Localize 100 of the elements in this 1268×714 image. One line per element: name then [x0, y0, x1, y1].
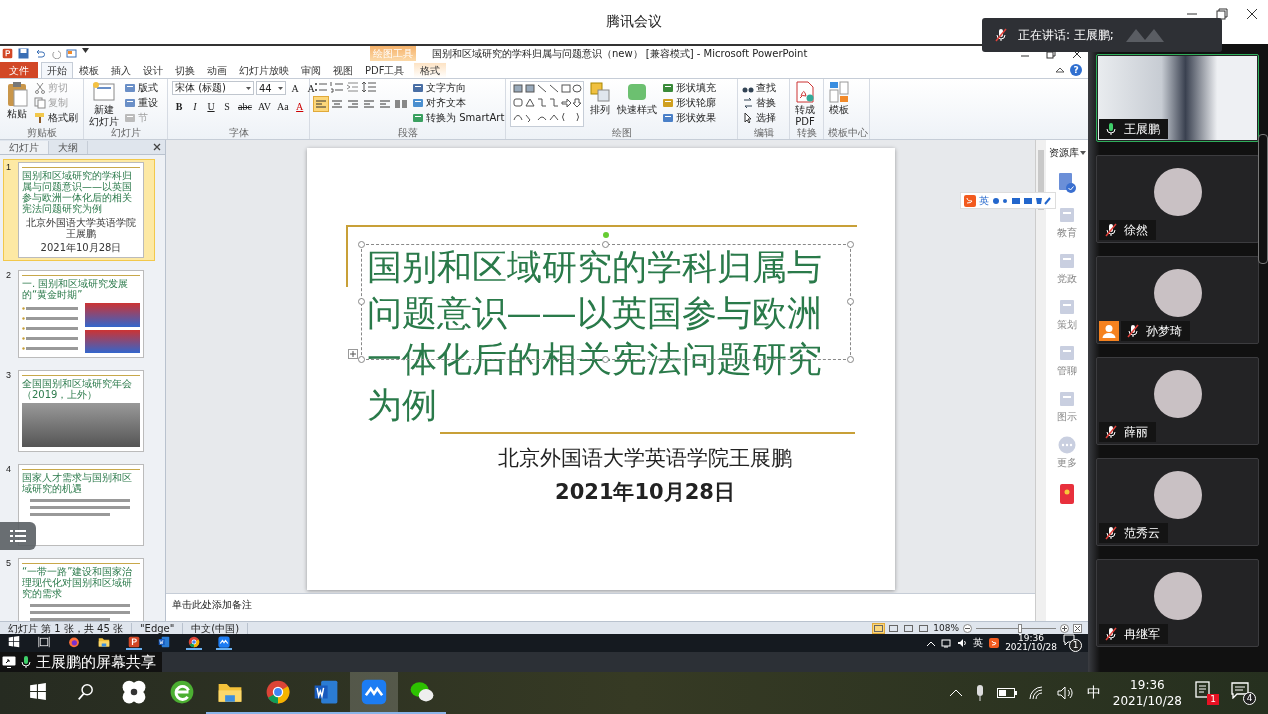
meeting-app-icon[interactable] [361, 679, 387, 705]
template-button[interactable]: 模板 [828, 81, 850, 115]
collapse-ribbon-icon[interactable] [1056, 67, 1064, 73]
ribbon-tab[interactable]: 切换 [169, 62, 201, 78]
slide-thumbnail[interactable]: 1 国别和区域研究的学科归属与问题意识——以英国参与欧洲一体化后的相关宪法问题研究为例 北京外国语大学英语学院王展鹏 2021年10月28日 [3, 159, 155, 261]
ribbon-tab[interactable]: 开始 [41, 62, 73, 78]
library-item[interactable]: 策划 [1057, 298, 1077, 332]
format-button[interactable]: A [292, 99, 307, 113]
ribbon-tab[interactable]: PDF工具 [359, 62, 411, 78]
library-title[interactable]: 资源库 [1048, 146, 1079, 160]
ribbon-tab[interactable]: 设计 [137, 62, 169, 78]
zoom-slider-thumb[interactable] [1018, 623, 1022, 633]
restore-icon[interactable] [1216, 8, 1228, 20]
close-icon[interactable] [153, 143, 161, 151]
ribbon-button[interactable]: 格式刷 [34, 111, 78, 125]
format-button[interactable]: AV [255, 99, 274, 113]
battery-icon[interactable] [996, 687, 1017, 699]
font-size-field[interactable]: 44 [256, 81, 286, 95]
ime-indicator[interactable]: 英 [973, 636, 984, 650]
view-button[interactable] [888, 623, 900, 633]
view-button[interactable] [903, 623, 915, 633]
wifi-icon[interactable] [1028, 686, 1045, 700]
caret-icon[interactable] [1079, 151, 1086, 155]
slideshow-icon[interactable] [66, 48, 77, 59]
format-button[interactable]: U [204, 99, 218, 113]
participant-tile[interactable]: 孙梦琦 [1096, 256, 1259, 344]
ime-indicator[interactable]: 中 [1086, 684, 1101, 702]
ribbon-button[interactable]: 形状填充 [662, 81, 716, 95]
chevron-up-icon[interactable] [927, 640, 936, 646]
font-size-button[interactable]: A [288, 81, 302, 95]
word-icon[interactable] [313, 679, 339, 705]
ribbon-tab[interactable]: 审阅 [295, 62, 327, 78]
caret-icon[interactable] [82, 48, 89, 53]
participant-tile[interactable]: 徐然 [1096, 155, 1259, 243]
pinwheel-icon[interactable] [121, 679, 147, 705]
ribbon-button[interactable]: 版式 [124, 81, 158, 95]
line-spacing-icon[interactable] [362, 81, 376, 93]
ime-logo-icon[interactable] [989, 638, 1000, 648]
undo-icon[interactable] [34, 48, 45, 59]
chevron-up-icon[interactable] [948, 689, 963, 697]
volume-icon[interactable] [957, 638, 968, 648]
autofit-options-icon[interactable] [347, 349, 358, 359]
chat-button[interactable]: 4 [1231, 681, 1256, 705]
ribbon-button[interactable]: 快速样式 [616, 81, 658, 115]
document-check-icon[interactable] [1057, 172, 1077, 194]
library-item[interactable]: 教育 [1057, 206, 1077, 240]
taskbar-app[interactable] [350, 672, 398, 714]
mic-icon[interactable] [974, 684, 985, 702]
ribbon-tab[interactable]: 动画 [201, 62, 233, 78]
browser-e-icon[interactable] [169, 679, 195, 705]
ribbon-button[interactable]: 文字方向 [412, 81, 505, 95]
windows-logo-icon[interactable] [29, 683, 47, 701]
columns-icon[interactable] [394, 98, 408, 110]
view-button[interactable] [873, 623, 885, 633]
format-button[interactable]: B [172, 99, 186, 113]
ribbon-tab[interactable]: 格式 [414, 62, 447, 78]
format-button[interactable]: Aa [275, 99, 291, 113]
ribbon-button[interactable]: 排列 [588, 81, 612, 115]
participant-tile[interactable]: 薛丽 [1096, 357, 1259, 445]
ribbon-button[interactable]: 形状效果 [662, 111, 716, 125]
participant-tile[interactable]: 范秀云 [1096, 458, 1259, 546]
scrollbar[interactable] [1035, 140, 1046, 621]
ribbon-tab[interactable]: 幻灯片放映 [233, 62, 295, 78]
ribbon-tab[interactable]: 插入 [105, 62, 137, 78]
font-name-field[interactable]: 宋体 (标题) [172, 81, 254, 95]
ribbon-button[interactable]: 重设 [124, 96, 158, 110]
notification-button[interactable]: 1 [1194, 681, 1219, 705]
library-item[interactable]: 党政 [1057, 252, 1077, 286]
ribbon-tab[interactable]: 视图 [327, 62, 359, 78]
pane-tab[interactable]: 大纲 [49, 141, 88, 154]
notes-field[interactable]: 单击此处添加备注 [166, 593, 1035, 621]
participant-tile[interactable]: 冉继军 [1096, 559, 1259, 647]
save-icon[interactable] [18, 48, 29, 59]
ribbon-button[interactable]: 转换为 SmartArt [412, 111, 505, 125]
ribbon-tab[interactable]: 模板 [73, 62, 105, 78]
network-icon[interactable] [941, 638, 952, 648]
format-button[interactable]: S [220, 99, 234, 113]
help-button[interactable]: ? [1070, 64, 1082, 76]
new-slide-button[interactable]: 新建 幻灯片 [88, 81, 120, 127]
ime-mode[interactable]: 英 [979, 193, 989, 208]
font-size-button[interactable]: A [304, 81, 318, 95]
ribbon-button[interactable]: 查找 [742, 81, 776, 95]
bullets-icon[interactable] [314, 81, 328, 93]
fit-window-icon[interactable] [1073, 623, 1082, 633]
view-button[interactable] [918, 623, 930, 633]
convert-pdf-button[interactable]: 转成 PDF [794, 81, 816, 127]
ribbon-button[interactable]: 替换 [742, 96, 776, 110]
align-button[interactable] [314, 97, 328, 111]
format-button[interactable]: I [188, 99, 202, 113]
paste-button[interactable]: 粘贴 [4, 81, 30, 119]
library-item[interactable]: 图示 [1057, 390, 1077, 424]
ribbon-button[interactable]: 对齐文本 [412, 96, 505, 110]
ime-toolbar[interactable]: 英 [960, 192, 1056, 209]
floating-toolbar-menu[interactable] [0, 522, 36, 550]
ribbon-tab[interactable]: 文件 [0, 62, 38, 78]
zoom-in-icon[interactable] [1060, 623, 1069, 633]
ribbon-button[interactable]: 形状轮廓 [662, 96, 716, 110]
volume-icon[interactable] [1056, 686, 1075, 700]
participant-tile[interactable]: 王展鹏 [1096, 54, 1259, 142]
scrollbar[interactable] [1258, 134, 1268, 264]
